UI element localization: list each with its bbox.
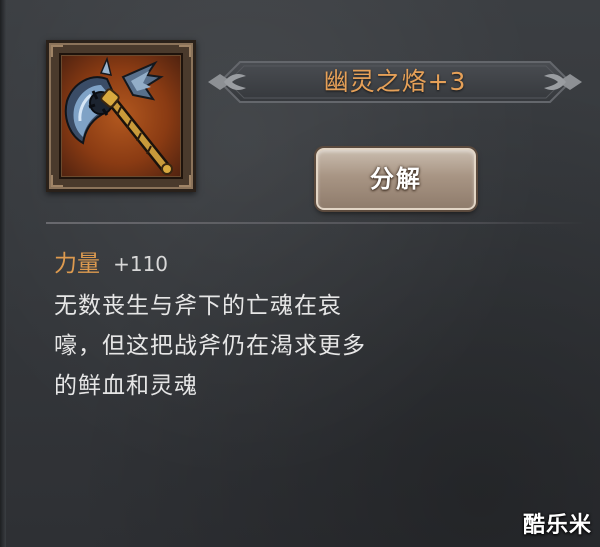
item-name: 幽灵之烙+3	[323, 67, 467, 96]
item-icon-frame[interactable]	[46, 40, 196, 192]
section-divider	[46, 222, 586, 224]
panel-left-edge	[0, 0, 6, 547]
description-line: 嚎，但这把战斧仍在渴求更多	[54, 333, 366, 359]
item-description: 无数丧生与斧下的亡魂在哀 嚎，但这把战斧仍在渴求更多 的鲜血和灵魂	[54, 286, 474, 406]
battle-axe-icon	[64, 56, 173, 175]
stat-row-strength: 力量 +110	[54, 244, 169, 277]
watermark: 酷乐米	[522, 513, 592, 538]
stat-name: 力量	[54, 251, 100, 277]
stat-value: +110	[113, 252, 169, 276]
decompose-button[interactable]: 分解	[316, 148, 476, 210]
description-line: 的鲜血和灵魂	[54, 373, 198, 399]
decompose-button-label: 分解	[370, 165, 422, 193]
item-icon-slot	[59, 53, 183, 179]
description-line: 无数丧生与斧下的亡魂在哀	[54, 293, 342, 319]
item-name-banner: 幽灵之烙+3	[206, 56, 584, 108]
